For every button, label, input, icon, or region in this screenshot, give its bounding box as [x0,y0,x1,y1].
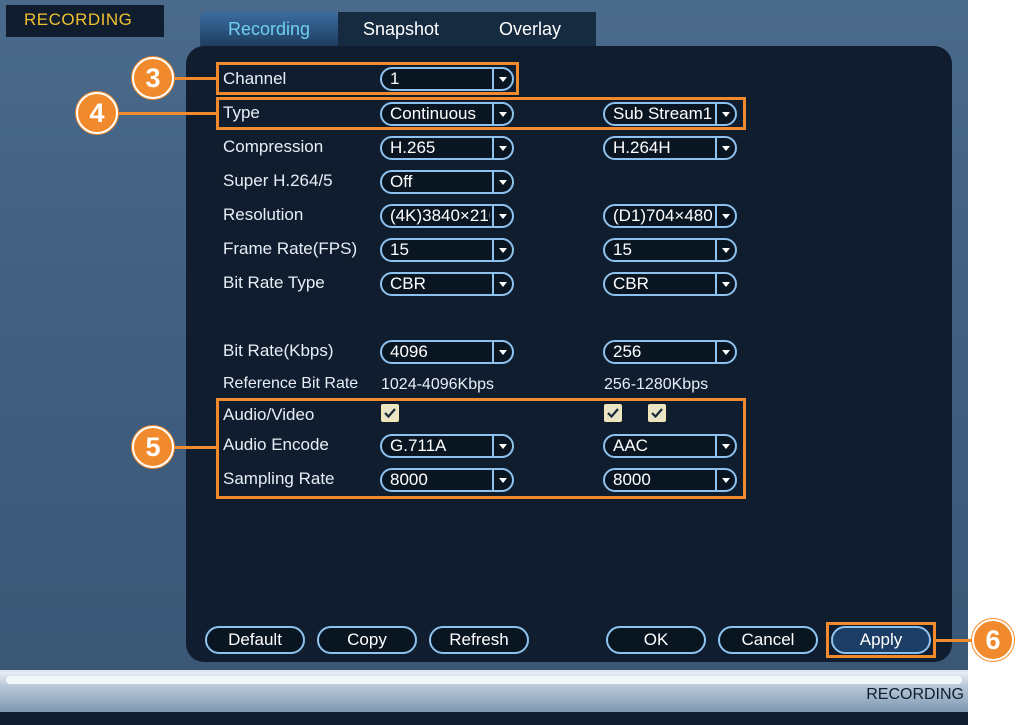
chevron-down-icon [715,342,735,362]
copy-button[interactable]: Copy [317,626,417,654]
bottom-strip [0,712,968,725]
tab-overlay[interactable]: Overlay [464,12,596,46]
default-button[interactable]: Default [205,626,305,654]
bit-rate-sub-select[interactable]: 256 [603,340,737,364]
frame-rate-main-select[interactable]: 15 [380,238,514,262]
resolution-sub-value: (D1)704×480 [613,206,713,225]
bit-rate-main-value: 4096 [390,342,428,361]
super-h264-select[interactable]: Off [380,170,514,194]
reference-bit-rate-main: 1024-4096Kbps [381,376,494,393]
callout-4-leader [116,112,218,115]
chevron-down-icon [715,274,735,294]
compression-main-select[interactable]: H.265 [380,136,514,160]
compression-main-value: H.265 [390,138,436,157]
bit-rate-label: Bit Rate(Kbps) [223,341,334,360]
callout-6-leader [934,639,974,642]
tab-bar: Recording Snapshot Overlay [200,12,596,46]
chevron-down-icon [492,240,512,260]
callout-5-highlight [216,398,746,499]
bit-rate-main-select[interactable]: 4096 [380,340,514,364]
refresh-button[interactable]: Refresh [429,626,529,654]
tab-snapshot[interactable]: Snapshot [338,12,464,46]
resolution-label: Resolution [223,205,304,224]
bit-rate-type-main-value: CBR [390,274,426,293]
callout-4-badge: 4 [76,92,118,134]
super-h264-value: Off [390,172,413,191]
callout-3-highlight [216,62,519,95]
resolution-main-value: (4K)3840×2160 [390,206,490,225]
reference-bit-rate-label: Reference Bit Rate [223,375,359,392]
callout-4-highlight [216,97,746,130]
chevron-down-icon [492,206,512,226]
chevron-down-icon [492,274,512,294]
bit-rate-sub-value: 256 [613,342,642,361]
tab-recording[interactable]: Recording [200,12,338,46]
bit-rate-type-label: Bit Rate Type [223,273,325,292]
bit-rate-type-sub-select[interactable]: CBR [603,272,737,296]
reference-bit-rate-sub: 256-1280Kbps [604,376,709,393]
status-bar-highlight [6,676,962,684]
callout-5-leader [170,446,218,449]
compression-sub-select[interactable]: H.264H [603,136,737,160]
frame-rate-sub-select[interactable]: 15 [603,238,737,262]
ok-button[interactable]: OK [606,626,706,654]
chevron-down-icon [492,138,512,158]
frame-rate-sub-value: 15 [613,240,632,259]
callout-6-highlight [826,622,936,658]
frame-rate-main-value: 15 [390,240,409,259]
bit-rate-type-main-select[interactable]: CBR [380,272,514,296]
bit-rate-type-sub-value: CBR [613,274,649,293]
callout-6-badge: 6 [972,619,1014,661]
resolution-sub-select[interactable]: (D1)704×480 [603,204,737,228]
callout-5-badge: 5 [132,426,174,468]
cancel-button[interactable]: Cancel [718,626,818,654]
compression-label: Compression [223,137,324,156]
callout-3-leader [170,77,218,80]
super-h264-label: Super H.264/5 [223,171,333,190]
resolution-main-select[interactable]: (4K)3840×2160 [380,204,514,228]
status-bar: RECORDING [0,670,968,712]
callout-3-badge: 3 [132,57,174,99]
status-bar-title: RECORDING [866,686,964,703]
page-title: RECORDING [6,5,164,37]
chevron-down-icon [715,240,735,260]
compression-sub-value: H.264H [613,138,671,157]
chevron-down-icon [492,172,512,192]
chevron-down-icon [492,342,512,362]
chevron-down-icon [715,138,735,158]
chevron-down-icon [715,206,735,226]
frame-rate-label: Frame Rate(FPS) [223,239,358,258]
